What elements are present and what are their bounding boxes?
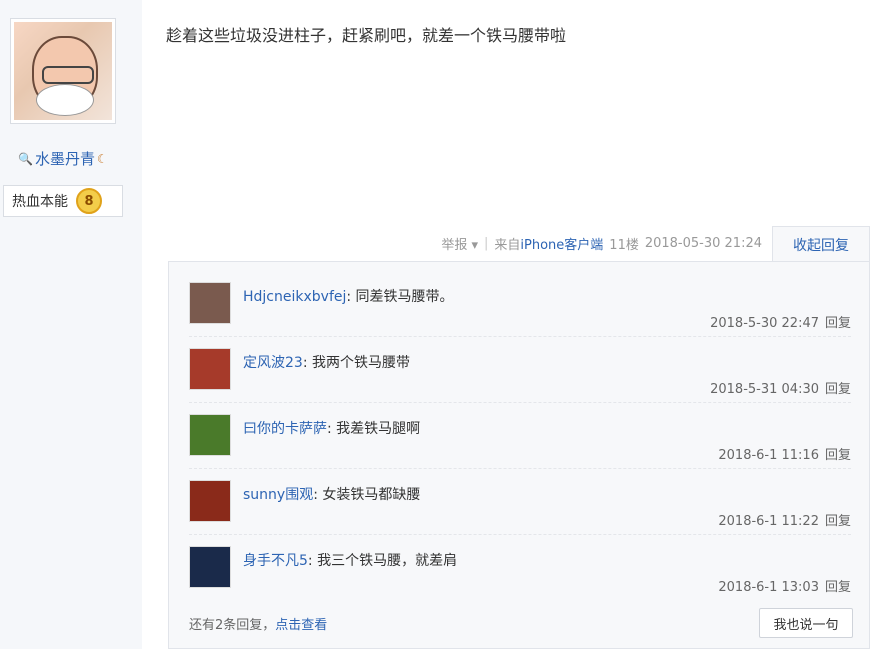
reply-author[interactable]: Hdjcneikxbvfej [243, 289, 346, 305]
reply-text: sunny围观: 女装铁马都缺腰 [243, 484, 420, 504]
reply-content: : 我两个铁马腰带 [302, 355, 410, 371]
reply-author[interactable]: 身手不凡5 [243, 553, 308, 569]
reply-text: 身手不凡5: 我三个铁马腰，就差肩 [243, 550, 457, 570]
source-link[interactable]: iPhone客户端 [520, 234, 603, 253]
reply-button[interactable]: 回复 [825, 580, 851, 595]
reply-button[interactable]: 回复 [825, 514, 851, 529]
user-right-icon: ☾ [96, 151, 108, 166]
reply-avatar[interactable] [189, 546, 231, 588]
reply-time: 2018-5-31 04:30 [710, 382, 819, 397]
reply-footer: 2018-6-1 11:22 回复 [718, 510, 851, 529]
reply-text: 曰你的卡萨萨: 我差铁马腿啊 [243, 418, 420, 438]
reply-footer: 2018-5-30 22:47 回复 [710, 312, 851, 331]
post-meta: 举报 ▾ | 来自 iPhone客户端 11楼 2018-05-30 21:24 [441, 234, 762, 253]
reply-footer: 2018-6-1 13:03 回复 [718, 576, 851, 595]
level-number-icon: 8 [76, 188, 102, 214]
reply-text: 定风波23: 我两个铁马腰带 [243, 352, 410, 372]
reply-divider [189, 534, 851, 535]
reply-footer: 2018-6-1 11:16 回复 [718, 444, 851, 463]
reply-button[interactable]: 回复 [825, 382, 851, 397]
reply-content: : 同差铁马腰带。 [346, 289, 454, 305]
reply-avatar[interactable] [189, 414, 231, 456]
reply-avatar[interactable] [189, 480, 231, 522]
chevron-down-icon: ▾ [471, 238, 478, 253]
author-sidebar: 🔍 水墨丹青 ☾ 热血本能 8 [0, 0, 142, 649]
reply-time: 2018-6-1 13:03 [718, 580, 819, 595]
report-link[interactable]: 举报 ▾ [441, 234, 478, 253]
reply-author[interactable]: 定风波23 [243, 355, 303, 371]
reply-time: 2018-6-1 11:22 [718, 514, 819, 529]
more-replies: 还有2条回复，点击查看 [189, 618, 328, 633]
author-name-text[interactable]: 水墨丹青 [35, 148, 95, 169]
reply-avatar[interactable] [189, 348, 231, 390]
reply-item: 曰你的卡萨萨: 我差铁马腿啊 2018-6-1 11:16 回复 [189, 404, 851, 470]
reply-item: 身手不凡5: 我三个铁马腰，就差肩 2018-6-1 13:03 回复 [189, 536, 851, 602]
say-something-button[interactable]: 我也说一句 [759, 608, 853, 638]
reply-avatar[interactable] [189, 282, 231, 324]
reply-content: : 女装铁马都缺腰 [313, 487, 421, 503]
post-datetime: 2018-05-30 21:24 [644, 236, 762, 251]
reply-footer: 2018-5-31 04:30 回复 [710, 378, 851, 397]
level-badge[interactable]: 热血本能 8 [3, 185, 123, 217]
reply-item: 定风波23: 我两个铁马腰带 2018-5-31 04:30 回复 [189, 338, 851, 404]
source-prefix: 来自 [494, 238, 521, 253]
meta-separator: | [484, 236, 489, 251]
post-content: 趁着这些垃圾没进柱子，赶紧刷吧，就差一个铁马腰带啦 [166, 26, 567, 45]
reply-divider [189, 336, 851, 337]
author-name[interactable]: 🔍 水墨丹青 ☾ [18, 148, 108, 169]
reply-content: : 我差铁马腿啊 [327, 421, 421, 437]
reply-button[interactable]: 回复 [825, 316, 851, 331]
author-avatar[interactable] [10, 18, 116, 124]
user-left-icon: 🔍 [18, 151, 33, 166]
reply-author[interactable]: sunny围观 [243, 487, 313, 503]
reply-button[interactable]: 回复 [825, 448, 851, 463]
reply-item: Hdjcneikxbvfej: 同差铁马腰带。 2018-5-30 22:47 回复 [189, 272, 851, 338]
reply-text: Hdjcneikxbvfej: 同差铁马腰带。 [243, 286, 454, 306]
reply-author[interactable]: 曰你的卡萨萨 [243, 421, 327, 437]
reply-divider [189, 468, 851, 469]
reply-list: Hdjcneikxbvfej: 同差铁马腰带。 2018-5-30 22:47 回复… [168, 261, 870, 649]
reply-divider [189, 402, 851, 403]
reply-item: sunny围观: 女装铁马都缺腰 2018-6-1 11:22 回复 [189, 470, 851, 536]
view-more-link[interactable]: 点击查看 [275, 618, 327, 633]
collapse-replies-button[interactable]: 收起回复 [772, 226, 870, 262]
avatar-image [14, 22, 112, 120]
level-title: 热血本能 [12, 194, 68, 210]
reply-content: : 我三个铁马腰，就差肩 [307, 553, 458, 569]
floor-number: 11楼 [609, 238, 639, 253]
reply-time: 2018-6-1 11:16 [718, 448, 819, 463]
reply-time: 2018-5-30 22:47 [710, 316, 819, 331]
